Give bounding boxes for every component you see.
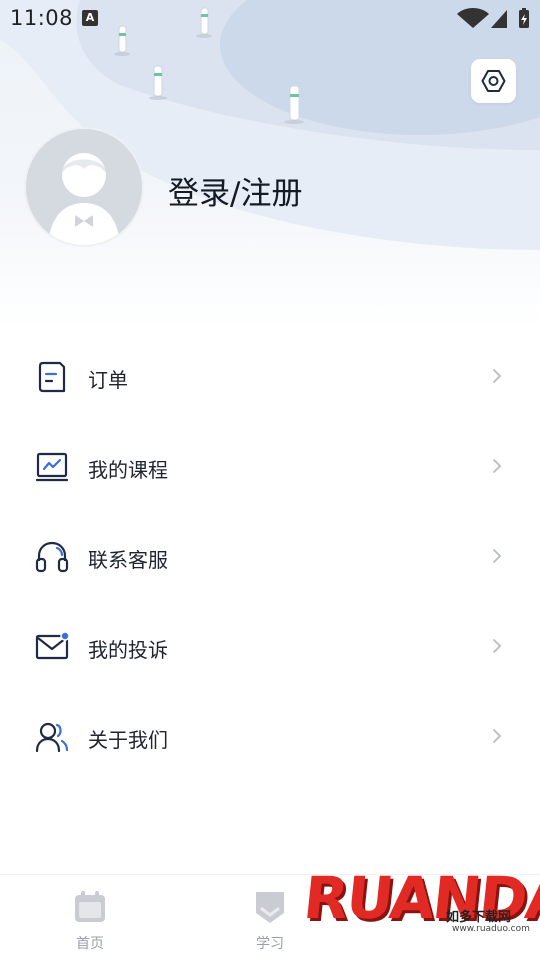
mail-icon <box>35 631 70 660</box>
watermark-url: www.ruaduo.com <box>452 924 530 934</box>
watermark-subtitle: 如多下载网 <box>446 910 512 925</box>
wifi-icon <box>457 8 489 28</box>
status-indicators <box>457 8 529 28</box>
menu-item-label: 订单 <box>88 368 128 392</box>
notification-a-icon: A <box>82 10 98 26</box>
watermark-logo: RUANDAO 如多下载网 www.ruaduo.com <box>300 862 540 954</box>
menu-item-about-us[interactable]: 关于我们 <box>0 692 540 782</box>
status-time: 11:08 <box>10 6 74 30</box>
battery-icon <box>519 8 529 28</box>
tab-label: 首页 <box>76 936 104 952</box>
chevron-right-icon <box>493 729 502 743</box>
signal-icon <box>491 10 507 28</box>
default-avatar-icon <box>26 129 142 245</box>
shield-icon <box>256 892 284 923</box>
hexagon-settings-icon <box>481 70 506 92</box>
chevron-right-icon <box>493 369 502 383</box>
calendar-icon <box>75 891 105 922</box>
chevron-right-icon <box>493 549 502 563</box>
headset-icon <box>35 541 69 573</box>
menu-item-my-courses[interactable]: 我的课程 <box>0 422 540 512</box>
menu-item-my-complaints[interactable]: 我的投诉 <box>0 602 540 692</box>
chevron-right-icon <box>493 459 502 473</box>
users-icon <box>35 722 69 753</box>
menu-item-orders[interactable]: 订单 <box>0 332 540 422</box>
menu-item-customer-service[interactable]: 联系客服 <box>0 512 540 602</box>
course-chart-icon <box>35 452 69 482</box>
menu-item-label: 我的投诉 <box>88 638 168 662</box>
menu-list: 订单 我的课程 联系客服 我的投诉 关于我们 <box>0 332 540 782</box>
chevron-right-icon <box>493 639 502 653</box>
settings-button[interactable] <box>471 59 516 103</box>
menu-item-label: 我的课程 <box>88 458 168 482</box>
tab-home[interactable]: 首页 <box>30 875 150 960</box>
status-bar: 11:08 A <box>0 0 540 38</box>
avatar[interactable] <box>24 127 144 247</box>
menu-item-label: 关于我们 <box>88 728 168 752</box>
order-doc-icon <box>38 361 66 393</box>
menu-item-label: 联系客服 <box>88 548 168 572</box>
login-register-link[interactable]: 登录/注册 <box>168 168 302 213</box>
